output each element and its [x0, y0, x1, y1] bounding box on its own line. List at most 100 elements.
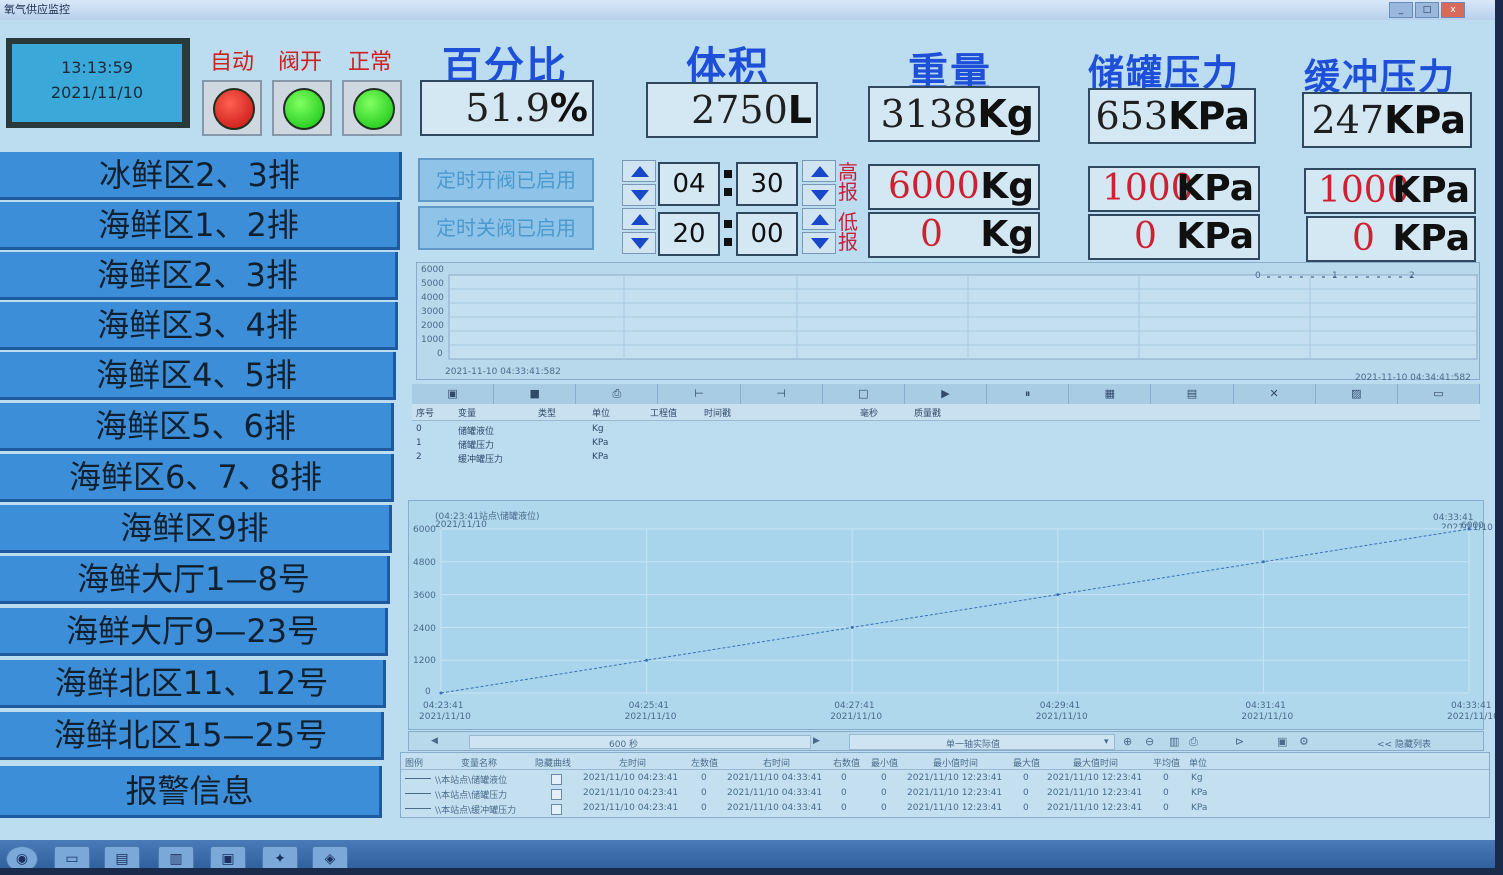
- table-row[interactable]: \\本站点\缓冲罐压力 2021/11/10 04:23:41 0 2021/11/1…: [401, 802, 1489, 816]
- col-avg: 平均值: [1153, 759, 1181, 769]
- close-minute-down-button[interactable]: [802, 232, 836, 254]
- nav-item-seafood-9[interactable]: 海鲜区9排: [0, 505, 392, 553]
- open-hour-up-button[interactable]: [622, 160, 656, 182]
- copy-icon[interactable]: ▣: [1277, 735, 1287, 748]
- new-page-icon[interactable]: □: [823, 384, 905, 404]
- weight-unit: Kg: [977, 92, 1034, 136]
- buffer-high-unit: KPa: [1392, 170, 1470, 211]
- nav-item-seafood-2-3[interactable]: 海鲜区2、3排: [0, 252, 398, 300]
- axis-mode-select[interactable]: 单一轴实际值 ▾: [849, 734, 1115, 750]
- open-minute-field[interactable]: 30: [736, 162, 798, 206]
- app-icon[interactable]: ▣: [210, 846, 246, 868]
- row-variable: 缓冲罐压力: [458, 455, 504, 465]
- time-scrollbar[interactable]: [469, 735, 811, 749]
- minimize-button[interactable]: _: [1389, 2, 1413, 18]
- x-tick-date: 2021/11/10: [1241, 712, 1294, 722]
- table-row[interactable]: \\本站点\储罐压力 2021/11/10 04:23:41 0 2021/11/10…: [401, 787, 1489, 801]
- high-alarm-label: 高报: [838, 160, 858, 204]
- percent-unit: %: [549, 86, 588, 130]
- nav-item-seafood-5-6[interactable]: 海鲜区5、6排: [0, 403, 394, 451]
- save-icon[interactable]: ■: [494, 384, 577, 404]
- gear-icon[interactable]: ⚙: [1299, 735, 1309, 748]
- weight-low-field[interactable]: 0 Kg: [868, 212, 1040, 258]
- open-minute-up-button[interactable]: [802, 160, 836, 182]
- tool-icon[interactable]: ✦: [262, 846, 298, 868]
- zoom-in-icon[interactable]: ⊕: [1123, 735, 1132, 748]
- buffer-high-field[interactable]: 1000 KPa: [1304, 168, 1476, 214]
- auto-indicator[interactable]: [202, 80, 262, 136]
- document-icon[interactable]: ▥: [158, 846, 194, 868]
- arrow-up-icon: [811, 214, 829, 225]
- pause-icon[interactable]: ⏸: [987, 384, 1070, 404]
- hide-curve-checkbox[interactable]: [551, 804, 562, 815]
- close-hour-down-button[interactable]: [622, 232, 656, 254]
- grid-icon[interactable]: ▤: [1151, 384, 1234, 404]
- open-hour-field[interactable]: 04: [658, 162, 720, 206]
- row-unit: Kg: [592, 424, 604, 434]
- nav-item-seafood-4-5[interactable]: 海鲜区4、5排: [0, 352, 396, 400]
- open-hour-down-button[interactable]: [622, 184, 656, 206]
- table-icon[interactable]: ▦: [1069, 384, 1152, 404]
- nav-item-alarm-info[interactable]: 报警信息: [0, 766, 382, 818]
- normal-indicator[interactable]: [342, 80, 402, 136]
- start-icon[interactable]: ◉: [6, 846, 38, 868]
- table-row[interactable]: 0 储罐液位 Kg: [412, 422, 1480, 437]
- col-legend: 图例: [405, 759, 424, 769]
- print-icon[interactable]: ⎙: [576, 384, 659, 404]
- main-ytick: 1200: [413, 656, 436, 666]
- timed-close-button[interactable]: 定时关阀已启用: [418, 206, 594, 250]
- zoom-out-icon[interactable]: ⊖: [1145, 735, 1154, 748]
- maximize-button[interactable]: □: [1415, 2, 1439, 18]
- nav-item-seafood-3-4[interactable]: 海鲜区3、4排: [0, 302, 398, 350]
- nav-item-seafood-6-8[interactable]: 海鲜区6、7、8排: [0, 454, 394, 502]
- nav-item-hall-1-8[interactable]: 海鲜大厅1—8号: [0, 556, 390, 604]
- valve-open-indicator[interactable]: [272, 80, 332, 136]
- folder-icon[interactable]: ▤: [104, 846, 140, 868]
- play-icon[interactable]: ▶: [905, 384, 988, 404]
- nav-item-north-15-25[interactable]: 海鲜北区15—25号: [0, 712, 384, 760]
- table-row[interactable]: \\本站点\储罐液位 2021/11/10 04:23:41 0 2021/11/10…: [401, 772, 1489, 786]
- nav-item-north-11-12[interactable]: 海鲜北区11、12号: [0, 660, 386, 708]
- col-right-time: 右时间: [763, 759, 791, 769]
- open-minute-down-button[interactable]: [802, 184, 836, 206]
- close-minute-up-button[interactable]: [802, 208, 836, 230]
- export-icon[interactable]: ▨: [1316, 384, 1398, 404]
- delete-icon[interactable]: ✕: [1234, 384, 1316, 404]
- realtime-trend-grid: [448, 274, 1478, 360]
- monitor-icon[interactable]: ◈: [312, 846, 348, 868]
- step-back-icon[interactable]: ⊢: [658, 384, 741, 404]
- legend-cell-min: 0: [881, 788, 887, 798]
- arrow-down-icon: [811, 190, 829, 201]
- step-forward-icon[interactable]: ⊣: [741, 384, 823, 404]
- close-hour-field[interactable]: 20: [658, 212, 720, 256]
- scroll-right-icon[interactable]: ▶: [813, 736, 820, 746]
- close-button[interactable]: x: [1441, 2, 1465, 18]
- table-row[interactable]: 1 储罐压力 KPa: [412, 436, 1480, 451]
- legend-cell-lt: 2021/11/10 04:23:41: [583, 773, 679, 783]
- nav-item-ice-2-3[interactable]: 冰鲜区2、3排: [0, 152, 402, 200]
- hide-curve-checkbox[interactable]: [551, 789, 562, 800]
- close-hour-up-button[interactable]: [622, 208, 656, 230]
- table-row[interactable]: 2 缓冲罐压力 KPa: [412, 450, 1480, 465]
- hide-curve-checkbox[interactable]: [551, 774, 562, 785]
- list-icon[interactable]: ▭: [1398, 384, 1481, 404]
- nav-item-hall-9-23[interactable]: 海鲜大厅9—23号: [0, 608, 388, 656]
- low-alarm-label: 低报: [838, 210, 858, 254]
- print-icon[interactable]: ⎙: [1189, 735, 1198, 749]
- open-icon[interactable]: ▣: [412, 384, 495, 404]
- buffer-pressure-unit: KPa: [1384, 98, 1466, 142]
- scroll-left-icon[interactable]: ◀: [431, 736, 438, 746]
- computer-icon[interactable]: ▭: [54, 846, 90, 868]
- legend-cell-unit: Kg: [1191, 773, 1203, 783]
- weight-high-field[interactable]: 6000 Kg: [868, 164, 1040, 210]
- close-minute-field[interactable]: 00: [736, 212, 798, 256]
- cursor-icon[interactable]: ⊳: [1235, 735, 1244, 748]
- buffer-low-field[interactable]: 0 KPa: [1306, 216, 1476, 262]
- tank-low-field[interactable]: 0 KPa: [1088, 214, 1260, 260]
- history-trend-chart[interactable]: [409, 501, 1483, 729]
- tank-high-field[interactable]: 1000 KPa: [1088, 166, 1260, 212]
- hide-list-button[interactable]: << 隐藏列表: [1377, 737, 1431, 750]
- fit-icon[interactable]: ▥: [1169, 735, 1179, 748]
- timed-open-button[interactable]: 定时开阀已启用: [418, 158, 594, 202]
- nav-item-seafood-1-2[interactable]: 海鲜区1、2排: [0, 202, 400, 250]
